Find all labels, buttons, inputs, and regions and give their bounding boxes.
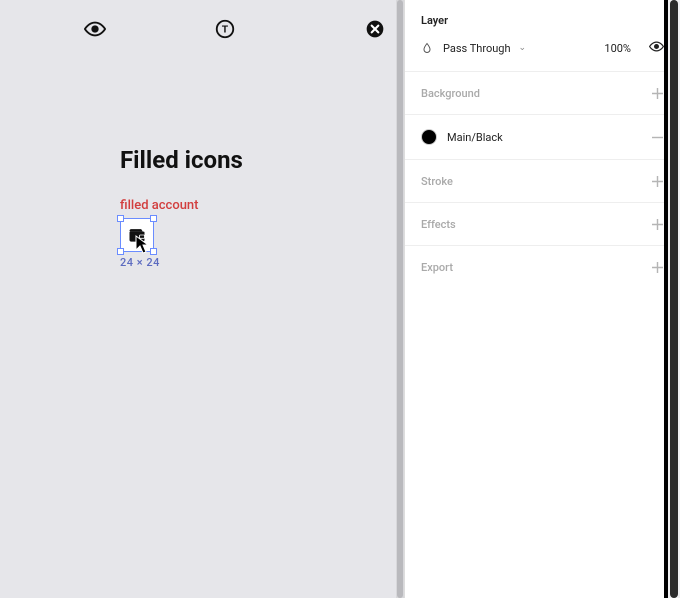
design-canvas[interactable]: watch token close-cir T Filled icons fi <box>0 0 404 598</box>
remove-fill-button[interactable] <box>650 130 664 144</box>
resize-handle-top-right[interactable] <box>150 215 157 222</box>
canvas-frame-label: token <box>180 0 270 3</box>
export-section: Export <box>405 246 680 288</box>
plus-icon <box>652 176 663 187</box>
stroke-section-title: Stroke <box>421 175 453 188</box>
scrollbar-thumb[interactable] <box>670 0 678 598</box>
scrollbar-thumb[interactable] <box>397 0 403 598</box>
effects-section: Effects <box>405 203 680 246</box>
layer-visibility-toggle[interactable] <box>649 39 664 57</box>
plus-icon <box>652 88 663 99</box>
add-stroke-button[interactable] <box>650 174 664 188</box>
canvas-frame-watch[interactable] <box>50 18 140 40</box>
blend-mode-value: Pass Through <box>443 42 511 55</box>
close-circle-icon <box>365 19 385 39</box>
background-section: Background <box>405 72 680 115</box>
layer-section-title: Layer <box>421 14 448 27</box>
blend-mode-dropdown[interactable]: Pass Through ⌄ <box>443 42 526 55</box>
effects-section-title: Effects <box>421 218 456 231</box>
selected-frame[interactable] <box>120 218 154 252</box>
layer-section: Layer Pass Through ⌄ 100% <box>405 0 680 72</box>
plus-icon <box>652 262 663 273</box>
fill-color-name[interactable]: Main/Black <box>447 131 640 144</box>
eye-icon <box>84 18 106 40</box>
wallet-icon <box>127 225 147 245</box>
resize-handle-top-left[interactable] <box>117 215 124 222</box>
blend-mode-icon <box>421 42 433 54</box>
svg-text:T: T <box>222 25 229 36</box>
inspector-panel: Layer Pass Through ⌄ 100% Background <box>404 0 680 598</box>
fill-section: Main/Black <box>405 115 680 160</box>
canvas-frame-label: watch <box>50 0 140 3</box>
resize-handle-bottom-right[interactable] <box>150 248 157 255</box>
add-background-button[interactable] <box>650 86 664 100</box>
resize-handle-bottom-left[interactable] <box>117 248 124 255</box>
minus-icon <box>652 132 663 143</box>
add-export-button[interactable] <box>650 260 664 274</box>
plus-icon <box>652 219 663 230</box>
section-title: Filled icons <box>120 146 243 174</box>
icon-label-watch: watch <box>50 0 140 11</box>
inspector-vertical-scrollbar[interactable] <box>668 0 680 598</box>
export-section-title: Export <box>421 261 453 274</box>
add-effect-button[interactable] <box>650 217 664 231</box>
icon-label-token: token <box>180 0 270 11</box>
layer-opacity-value[interactable]: 100% <box>604 42 631 55</box>
selection-dimensions: 24 × 24 <box>120 256 160 269</box>
fill-color-swatch[interactable] <box>421 129 437 145</box>
background-section-title: Background <box>421 87 480 100</box>
chevron-down-icon: ⌄ <box>519 43 527 53</box>
selected-frame-label[interactable]: filled account <box>120 198 199 213</box>
canvas-frame-token[interactable]: T <box>180 18 270 40</box>
stroke-section: Stroke <box>405 160 680 203</box>
token-icon: T <box>214 18 236 40</box>
eye-icon <box>649 39 664 54</box>
canvas-vertical-scrollbar[interactable] <box>396 0 404 598</box>
